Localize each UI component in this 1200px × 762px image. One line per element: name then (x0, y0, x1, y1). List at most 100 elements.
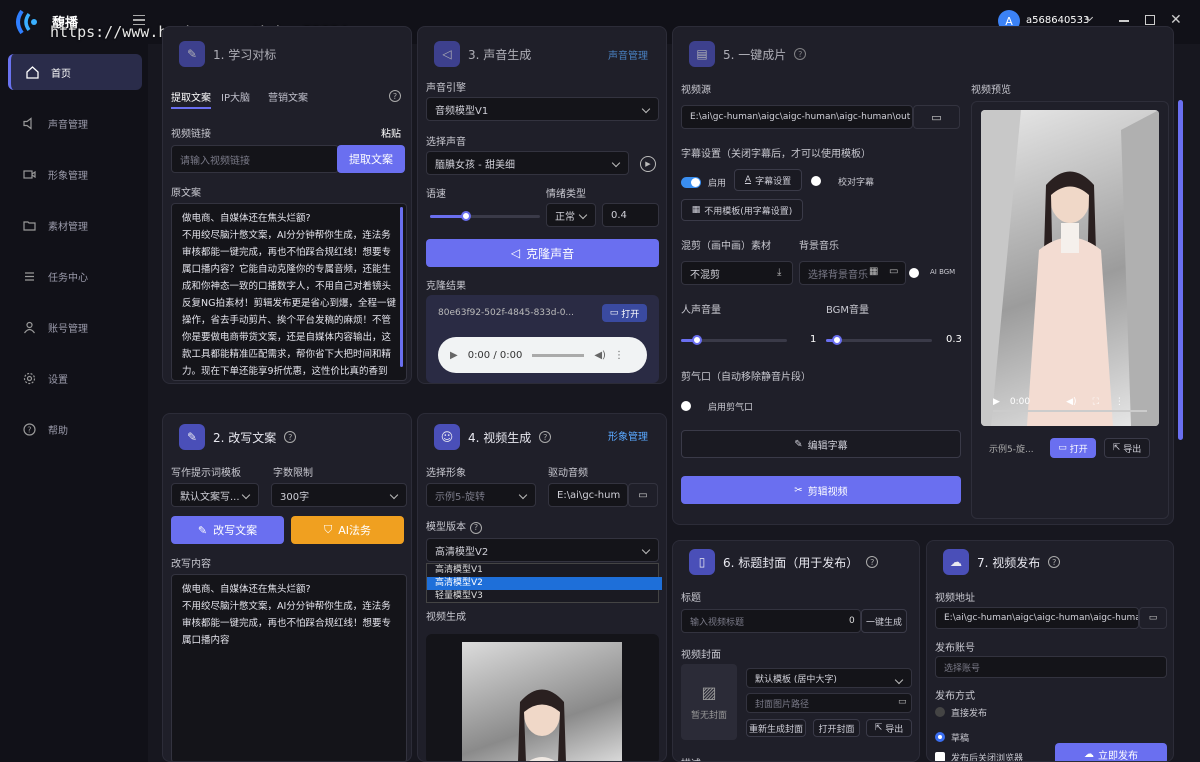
cover-template-select[interactable]: 默认模板 (居中大字) (746, 668, 912, 688)
original-textarea[interactable]: 做电商、自媒体还在焦头烂额? 不用绞尽脑汁憋文案，AI分分钟帮你生成，连法务审核… (171, 203, 407, 381)
help-icon[interactable]: ? (866, 556, 879, 568)
engine-select[interactable]: 音频模型V1 (426, 97, 659, 121)
extract-button[interactable]: 提取文案 (337, 145, 405, 173)
help-icon[interactable]: ? (284, 431, 297, 443)
no-template-button[interactable]: ▦ 不用模板(用字幕设置) (681, 199, 803, 221)
bgm-volume-slider[interactable] (826, 335, 932, 345)
model-option[interactable]: 高清模型V1 (427, 564, 662, 577)
card-title: 5. 一键成片 (723, 47, 787, 62)
title-input[interactable]: 输入视频标题 (681, 609, 861, 633)
sidebar-item-material[interactable]: 素材管理 (8, 207, 142, 243)
model-option[interactable]: 轻量模型V3 (427, 590, 662, 603)
folder-icon[interactable]: ▭ (1139, 607, 1167, 629)
open-result-button[interactable]: ▭ 打开 (602, 304, 647, 322)
play-icon[interactable]: ▶ (640, 156, 656, 172)
sidebar-item-avatar[interactable]: 形象管理 (8, 156, 142, 192)
help-icon[interactable]: ? (794, 48, 807, 60)
sidebar-item-settings[interactable]: 设置 (8, 360, 142, 396)
play-icon[interactable]: ▶ (993, 397, 1000, 407)
rewrite-textarea[interactable]: 做电商、自媒体还在焦头烂额? 不用绞尽脑汁憋文案，AI分分钟帮你生成，连法务审核… (171, 574, 407, 761)
more-icon[interactable]: ⋮ (614, 350, 624, 361)
cut-video-button[interactable]: ✂ 剪辑视频 (681, 476, 961, 504)
folder-icon[interactable]: ▭ (628, 483, 658, 507)
video-controls[interactable]: ▶ 0:00 ◀) ⛶ ⋮ (981, 378, 1159, 426)
avatar-select[interactable]: 示例5-旋转 (426, 483, 536, 507)
sidebar-item-tasks[interactable]: 任务中心 (8, 258, 142, 294)
folder-icon[interactable]: ▭ (889, 266, 898, 277)
account-select[interactable]: 选择账号 (935, 656, 1167, 678)
grid-icon[interactable]: ▦ (869, 266, 878, 277)
addr-input[interactable]: E:\ai\gc-human\aigc\aigc-human\aigc-huma… (935, 607, 1139, 629)
tab-extract[interactable]: 提取文案 (171, 89, 211, 109)
volume-icon[interactable]: ◀) (1066, 397, 1076, 407)
avatar-manage-link[interactable]: 形象管理 (608, 428, 648, 443)
sidebar-item-help[interactable]: ? 帮助 (8, 411, 142, 447)
export-cover-button[interactable]: ⇱ 导出 (866, 719, 912, 737)
fullscreen-icon[interactable]: ⛶ (1093, 397, 1099, 407)
regen-cover-button[interactable]: 重新生成封面 (746, 719, 806, 737)
more-icon[interactable]: ⋮ (1115, 397, 1124, 407)
export-preview-button[interactable]: ⇱ 导出 (1104, 438, 1150, 458)
desc-label: 描述 (681, 755, 701, 761)
source-input[interactable]: E:\ai\gc-human\aigc\aigc-human\aigc-huma… (681, 105, 913, 129)
tab-ip-brain[interactable]: IP大脑 (221, 89, 250, 104)
close-icon[interactable]: ✕ (1170, 12, 1182, 28)
emotion-intensity-input[interactable]: 0.4 (602, 203, 659, 227)
card-title: 6. 标题封面（用于发布） (723, 555, 859, 570)
breath-radio[interactable] (681, 401, 691, 411)
publish-button[interactable]: ☁ 立即发布 (1055, 743, 1167, 761)
publish-card: ☁ 7. 视频发布? 视频地址 E:\ai\gc-human\aigc\aigc-… (926, 540, 1174, 762)
driver-input[interactable]: E:\ai\gc-hum (548, 483, 628, 507)
sidebar-item-home[interactable]: 首页 (8, 54, 142, 90)
close-browser-checkbox[interactable] (935, 752, 945, 761)
limit-select[interactable]: 300字 (271, 483, 407, 507)
voice-manage-link[interactable]: 声音管理 (608, 47, 648, 62)
scrollbar[interactable] (400, 207, 403, 367)
voice-select[interactable]: 腼腆女孩 - 甜美细 (426, 151, 629, 175)
cover-path-input[interactable]: 封面图片路径 (746, 693, 912, 713)
model-option-selected[interactable]: 高清模型V2 (427, 577, 662, 590)
template-select[interactable]: 默认文案写... (171, 483, 259, 507)
video-progress[interactable] (993, 410, 1147, 412)
subtitle-settings-button[interactable]: A 字幕设置 (734, 169, 802, 191)
audio-progress[interactable] (532, 353, 585, 357)
tab-marketing[interactable]: 营销文案 (268, 89, 308, 104)
sidebar-item-voice[interactable]: 声音管理 (8, 105, 142, 141)
mix-label: 混剪（画中画）素材 (681, 241, 771, 252)
folder-icon[interactable]: ▭ (913, 105, 960, 129)
direct-radio[interactable] (935, 707, 945, 717)
help-icon[interactable]: ? (1048, 556, 1061, 568)
page-scrollbar[interactable] (1178, 100, 1183, 440)
auto-generate-button[interactable]: 一键生成 (861, 609, 907, 633)
proof-radio[interactable] (811, 176, 821, 186)
cover-placeholder[interactable]: ▨ 暂无封面 (681, 664, 737, 740)
clone-voice-button[interactable]: ◁ 克隆声音 (426, 239, 659, 267)
minimize-icon[interactable] (1119, 20, 1129, 22)
edit-subtitle-button[interactable]: ✎ 编辑字幕 (681, 430, 961, 458)
help-icon[interactable]: ? (470, 521, 482, 534)
ai-bgm-radio[interactable] (909, 268, 919, 278)
username[interactable]: a568640533 (1026, 15, 1089, 26)
maximize-icon[interactable] (1145, 15, 1155, 25)
video-player[interactable]: ▶ 0:00 ◀) ⛶ ⋮ (981, 110, 1159, 426)
voice-volume-slider[interactable] (681, 335, 787, 345)
help-icon[interactable]: ? (539, 431, 552, 443)
ai-legal-button[interactable]: ⛉ AI法务 (291, 516, 404, 544)
volume-icon[interactable]: ◀) (594, 350, 606, 361)
video-link-input[interactable]: 请输入视频链接 (171, 145, 339, 173)
sidebar-item-account[interactable]: 账号管理 (8, 309, 142, 345)
folder-icon[interactable]: ▭ (898, 697, 907, 707)
emotion-select[interactable]: 正常 (546, 203, 596, 227)
paste-button[interactable]: 粘贴 (381, 125, 401, 140)
audio-player[interactable]: ▶ 0:00 / 0:00 ◀) ⋮ (438, 337, 647, 373)
speed-slider[interactable] (430, 211, 540, 221)
subtitle-toggle[interactable] (681, 177, 701, 188)
draft-radio[interactable] (935, 732, 945, 742)
model-select[interactable]: 高清模型V2 (426, 538, 659, 562)
open-preview-button[interactable]: ▭ 打开 (1050, 438, 1096, 458)
download-icon[interactable]: ⤓ (777, 267, 781, 278)
open-cover-button[interactable]: 打开封面 (813, 719, 860, 737)
rewrite-button[interactable]: ✎ 改写文案 (171, 516, 284, 544)
play-icon[interactable]: ▶ (450, 350, 458, 361)
help-icon[interactable]: ? (389, 90, 401, 102)
